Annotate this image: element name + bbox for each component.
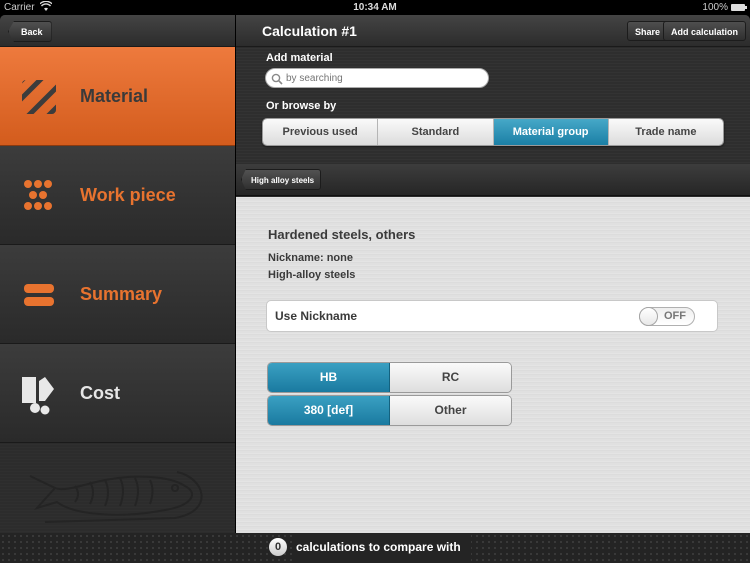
fish-logo-area — [0, 444, 235, 533]
hardness-value-selector: 380 [def] Other — [267, 395, 512, 426]
compare-bar[interactable]: 0 calculations to compare with — [0, 533, 750, 563]
hardness-unit-hb[interactable]: HB — [268, 363, 390, 392]
breadcrumb-back-button[interactable]: High alloy steels — [241, 169, 322, 190]
browse-option-previous-used[interactable]: Previous used — [263, 119, 379, 145]
wifi-icon — [39, 0, 53, 15]
back-button[interactable]: Back — [8, 21, 52, 42]
material-search-input[interactable] — [265, 68, 489, 88]
sidebar-item-cost[interactable]: Cost — [0, 344, 235, 443]
main-panel: Calculation #1 Share Add calculation Add… — [236, 15, 750, 533]
material-search-section: Add material Or browse by Previous used … — [236, 48, 750, 164]
fish-logo-icon — [29, 471, 203, 523]
hardness-unit-rc[interactable]: RC — [390, 363, 511, 392]
cost-icon — [22, 377, 56, 415]
status-bar: Carrier 10:34 AM 100% — [0, 0, 750, 15]
browse-option-trade-name[interactable]: Trade name — [608, 119, 723, 145]
sidebar-item-label: Summary — [80, 284, 163, 304]
main-header: Calculation #1 Share Add calculation — [236, 15, 750, 47]
sidebar-item-work-piece[interactable]: Work piece — [0, 146, 235, 245]
toggle-knob — [639, 307, 658, 326]
breadcrumb: High alloy steels — [236, 164, 750, 196]
add-material-label: Add material — [266, 52, 333, 64]
sidebar-item-label: Cost — [80, 383, 120, 403]
add-calculation-button[interactable]: Add calculation — [662, 21, 746, 41]
two-bars-icon — [22, 278, 56, 312]
compare-text: calculations to compare with — [296, 533, 471, 561]
toggle-state: OFF — [664, 310, 686, 322]
browse-option-standard[interactable]: Standard — [378, 119, 494, 145]
sidebar-header: Back — [0, 15, 235, 47]
hatched-square-icon — [22, 80, 56, 114]
dots-grid-icon — [22, 179, 56, 213]
compare-count-badge: 0 — [269, 538, 287, 556]
clock: 10:34 AM — [353, 2, 397, 13]
use-nickname-toggle[interactable]: OFF — [639, 307, 695, 326]
hardness-value-other[interactable]: Other — [390, 396, 511, 425]
material-group-text: High-alloy steels — [268, 269, 356, 281]
carrier-label: Carrier — [4, 2, 35, 13]
search-icon — [271, 72, 283, 85]
browse-by-label: Or browse by — [266, 100, 337, 112]
battery-percent: 100% — [702, 2, 728, 13]
use-nickname-row: Use Nickname OFF — [266, 300, 718, 332]
sidebar-item-label: Work piece — [80, 185, 176, 205]
nickname-text: Nickname: none — [268, 252, 353, 264]
battery-icon — [731, 4, 747, 11]
hardness-unit-selector: HB RC — [267, 362, 512, 393]
sidebar-item-material[interactable]: Material — [0, 47, 235, 146]
sidebar: Back Material Work piece Summary Cost — [0, 15, 235, 533]
use-nickname-label: Use Nickname — [275, 309, 358, 323]
material-title: Hardened steels, others — [268, 227, 416, 242]
share-button[interactable]: Share — [626, 21, 668, 41]
sidebar-item-label: Material — [80, 86, 149, 106]
material-detail: Hardened steels, others Nickname: none H… — [236, 197, 750, 533]
browse-by-segmented-control: Previous used Standard Material group Tr… — [262, 118, 724, 146]
hardness-value-default[interactable]: 380 [def] — [268, 396, 390, 425]
browse-option-material-group[interactable]: Material group — [493, 119, 609, 145]
page-title: Calculation #1 — [262, 23, 357, 39]
sidebar-item-summary[interactable]: Summary — [0, 245, 235, 344]
